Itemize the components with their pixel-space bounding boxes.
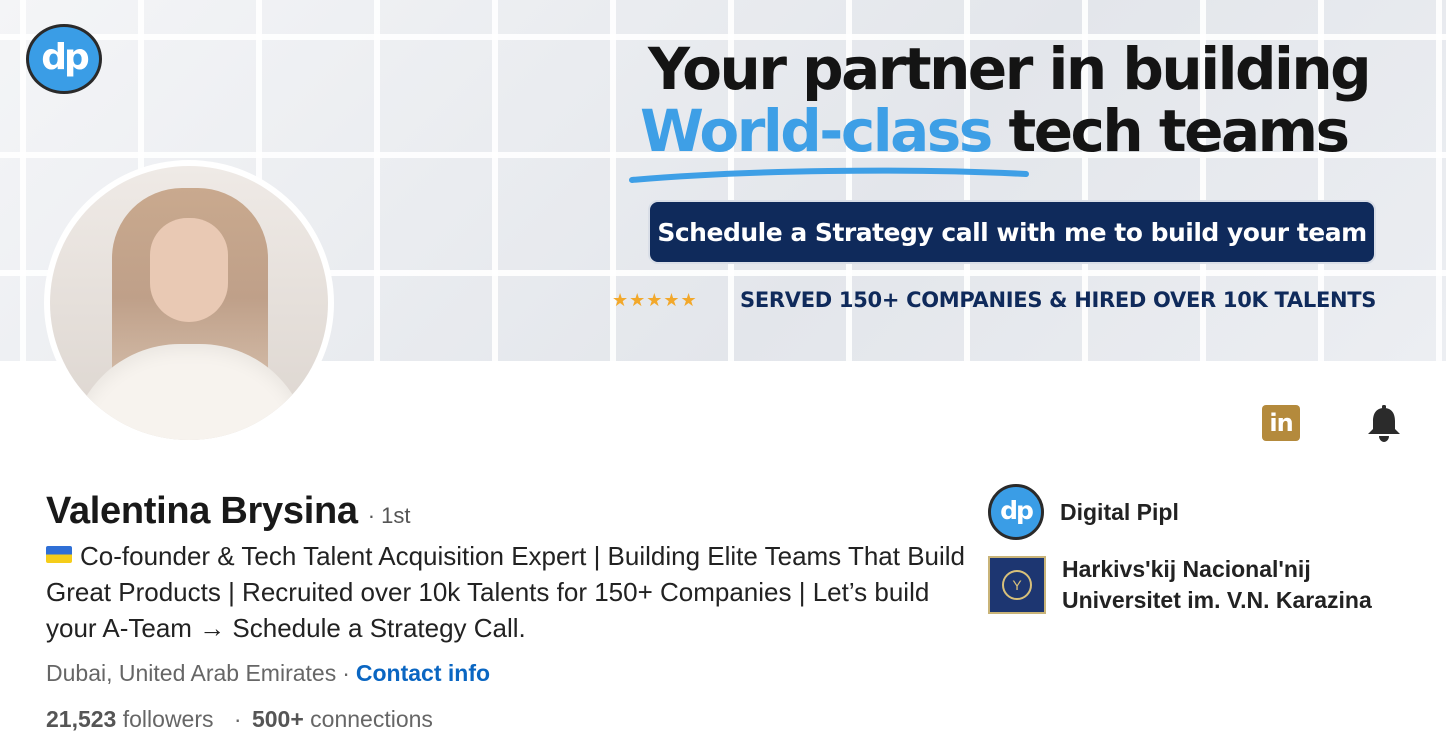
university-crest-icon: Y [1002, 570, 1032, 600]
profile-location: Dubai, United Arab Emirates [46, 660, 337, 686]
banner-headline-line2: World-class tech teams [640, 100, 1420, 162]
stats-separator: · [233, 706, 242, 732]
banner-headline-line1: Your partner in building [648, 35, 1372, 103]
profile-name-row: Valentina Brysina · 1st [46, 490, 411, 533]
org-digital-pipl[interactable]: dp Digital Pipl [988, 484, 1179, 540]
profile-headline: Co-founder & Tech Talent Acquisition Exp… [46, 538, 966, 646]
followers-count[interactable]: 21,523 [46, 706, 116, 732]
banner-served-text: SERVED 150+ COMPANIES & HIRED OVER 10K T… [740, 288, 1377, 312]
banner-headline-accent: World-class [640, 97, 993, 165]
stats-row: 21,523 followers · 500+ connections [46, 706, 433, 733]
banner-logo-text: dp [41, 36, 90, 78]
linkedin-icon[interactable]: in [1262, 405, 1300, 441]
banner-headline-rest: tech teams [990, 97, 1350, 165]
avatar-face [150, 218, 228, 322]
contact-info-link[interactable]: Contact info [356, 660, 490, 686]
connections-count[interactable]: 500+ [252, 706, 304, 732]
profile-name: Valentina Brysina [46, 490, 358, 532]
rating-stars-icon: ★★★★★ [612, 290, 698, 310]
org-university[interactable]: Y Harkivs'kij Nacional'nij Universitet i… [988, 554, 1422, 616]
profile-headline-text: Co-founder & Tech Talent Acquisition Exp… [46, 541, 966, 643]
location-separator: · [342, 660, 350, 686]
ukraine-flag-icon [46, 546, 72, 563]
banner-headline: Your partner in building World-class tec… [640, 38, 1420, 162]
connections-label[interactable]: connections [310, 706, 433, 732]
bell-icon[interactable] [1364, 404, 1404, 444]
digital-pipl-logo-text: dp [1000, 496, 1034, 525]
banner-cta-pill: Schedule a Strategy call with me to buil… [648, 200, 1376, 264]
avatar-photo [50, 166, 328, 440]
org-name-current-company: Digital Pipl [1060, 498, 1179, 525]
location-row: Dubai, United Arab Emirates · Contact info [46, 660, 490, 687]
org-name-education: Harkivs'kij Nacional'nij Universitet im.… [1062, 556, 1372, 613]
banner-dp-logo: dp [26, 24, 102, 94]
headline-underline-swoosh [629, 167, 1029, 183]
university-logo: Y [988, 556, 1046, 614]
digital-pipl-logo: dp [988, 484, 1044, 540]
profile-avatar[interactable] [44, 160, 334, 446]
followers-label[interactable]: followers [123, 706, 214, 732]
avatar-sweater [70, 344, 310, 440]
connection-degree: · 1st [367, 503, 411, 528]
